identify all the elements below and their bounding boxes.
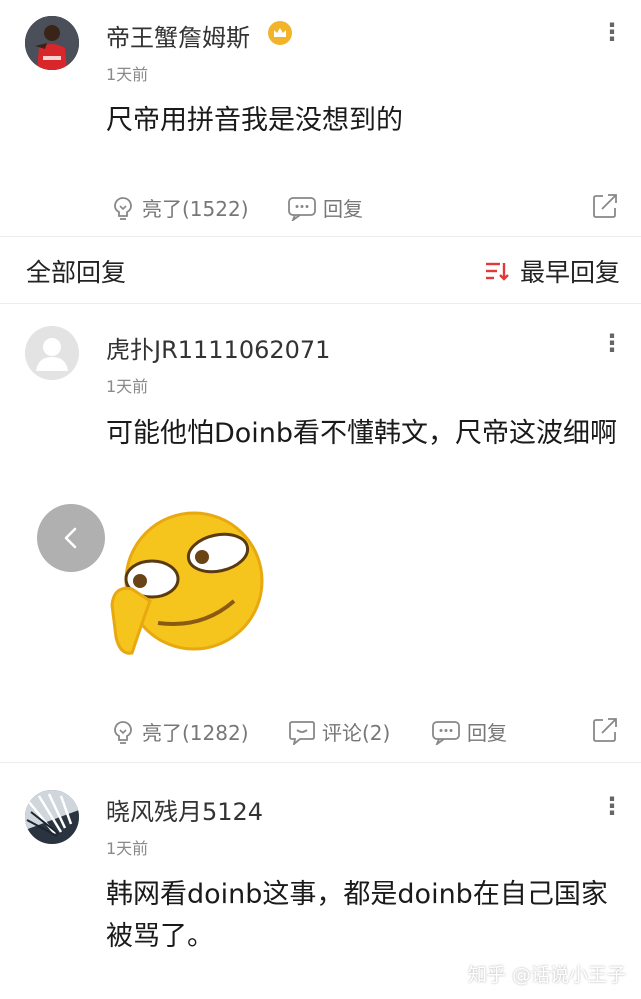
smirking-emoji-sticker: [110, 505, 270, 665]
reply-text: 可能他怕Doinb看不懂韩文，尺帝这波细啊: [106, 418, 618, 449]
reply-label: 回复: [323, 197, 363, 221]
post-author-name[interactable]: 帝王蟹詹姆斯: [106, 18, 250, 53]
reply-time: 1天前: [106, 839, 149, 858]
crown-badge-icon: [267, 20, 293, 46]
reply-author-avatar[interactable]: [25, 790, 79, 844]
reply-time: 1天前: [106, 377, 149, 396]
sort-button[interactable]: 最早回复: [484, 253, 620, 289]
sort-icon: [486, 262, 509, 281]
reply-author-avatar[interactable]: [25, 326, 79, 380]
back-button[interactable]: [37, 504, 105, 572]
lightbulb-icon: [114, 720, 132, 744]
divider: [0, 762, 641, 763]
avatar-image: [25, 790, 79, 844]
divider: [0, 236, 641, 237]
reply-button[interactable]: 回复: [431, 717, 507, 746]
like-button[interactable]: 亮了(1522): [110, 193, 249, 222]
post-author-avatar[interactable]: [25, 16, 79, 70]
chevron-left-icon: [64, 527, 77, 549]
sort-label: 最早回复: [520, 258, 621, 287]
all-replies-title: 全部回复: [26, 258, 127, 287]
more-vertical-icon[interactable]: ⋮: [600, 331, 624, 355]
comment-button[interactable]: 评论(2): [288, 717, 390, 746]
watermark: 知乎 @话说小王子: [468, 964, 627, 986]
divider: [0, 303, 641, 304]
reply-author-name[interactable]: 虎扑JR1111062071: [106, 330, 330, 365]
reply-text: 韩网看doinb这事，都是doinb在自己国家被骂了。: [106, 879, 608, 952]
default-avatar-icon: [25, 326, 79, 380]
comment-icon: [289, 720, 315, 745]
like-label: 亮了(1282): [142, 721, 249, 745]
post-text: 尺帝用拼音我是没想到的: [106, 105, 403, 136]
like-label: 亮了(1522): [142, 197, 249, 221]
reply-author-name[interactable]: 晓风残月5124: [106, 792, 263, 827]
chat-bubble-icon: [288, 196, 316, 221]
avatar-image: [25, 16, 79, 70]
more-vertical-icon[interactable]: ⋮: [600, 794, 624, 818]
more-vertical-icon[interactable]: ⋮: [600, 20, 624, 44]
share-icon[interactable]: [591, 716, 619, 748]
like-button[interactable]: 亮了(1282): [110, 717, 249, 746]
post-time: 1天前: [106, 65, 149, 84]
reply-label: 回复: [467, 721, 507, 745]
lightbulb-icon: [114, 196, 132, 220]
reply-button[interactable]: 回复: [287, 193, 363, 222]
share-icon[interactable]: [591, 192, 619, 224]
comment-label: 评论(2): [322, 721, 391, 745]
chat-bubble-icon: [432, 720, 460, 745]
